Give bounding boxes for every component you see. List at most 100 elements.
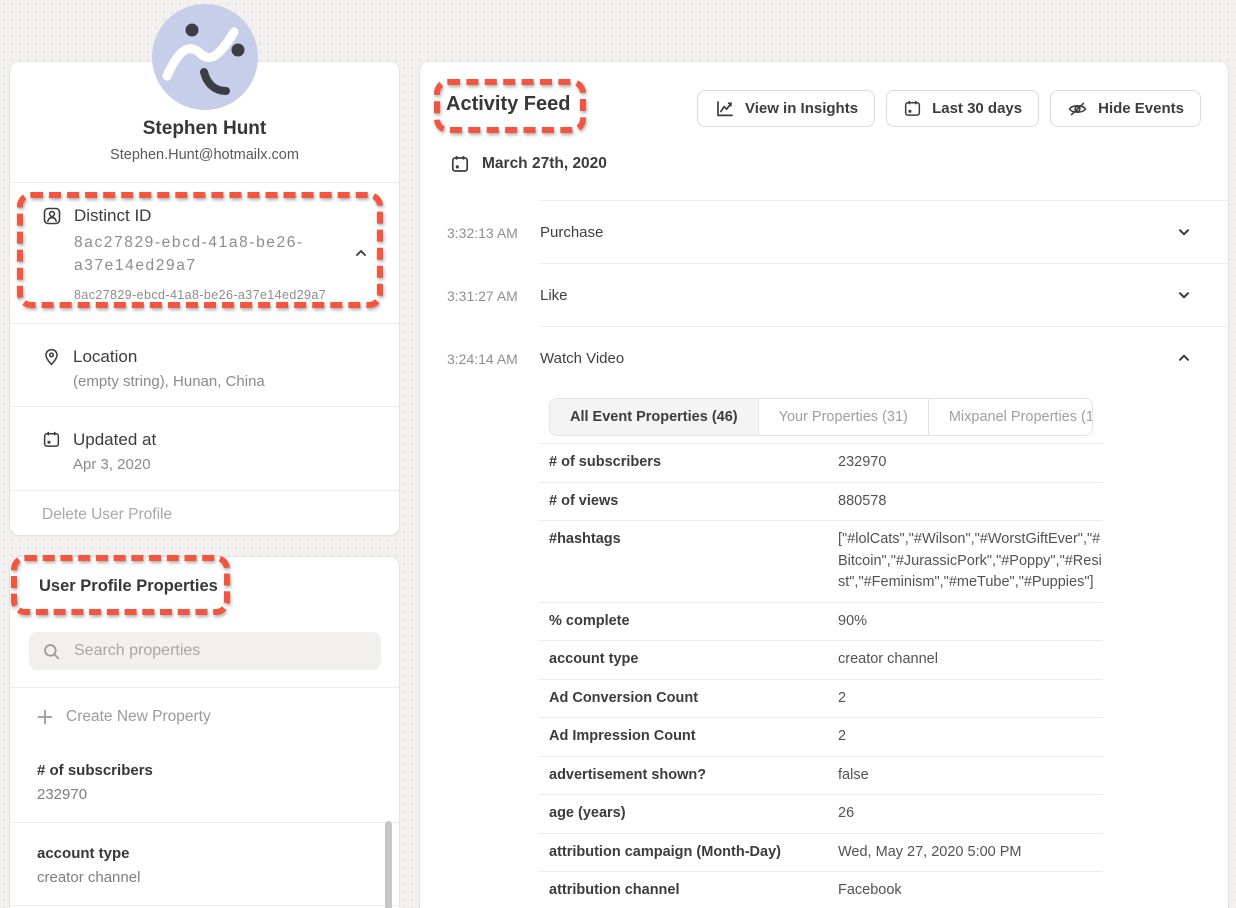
table-row: Ad Conversion Count 2 <box>539 680 1103 719</box>
property-key: attribution channel <box>539 872 838 908</box>
property-key: # of subscribers <box>539 444 838 482</box>
property-key: account type <box>539 641 838 679</box>
distinct-id-collapse-button[interactable] <box>351 243 371 263</box>
user-profile-properties-title: User Profile Properties <box>10 557 399 596</box>
hide-events-label: Hide Events <box>1098 100 1184 117</box>
page: Stephen Hunt Stephen.Hunt@hotmailx.com D… <box>0 0 1236 908</box>
property-value: 880578 <box>838 483 1103 521</box>
table-row: #hashtags ["#lolCats","#Wilson","#WorstG… <box>539 521 1103 603</box>
search-properties-input[interactable] <box>72 641 368 661</box>
event-row[interactable]: 3:32:13 AM Purchase <box>420 201 1228 264</box>
date-range-label: Last 30 days <box>932 100 1022 117</box>
table-row: # of views 880578 <box>539 483 1103 522</box>
distinct-id-section[interactable]: Distinct ID 8ac27829-ebcd-41a8-be26- a37… <box>10 183 399 323</box>
property-value: 90% <box>838 603 1103 641</box>
calendar-icon <box>42 430 61 490</box>
tab-label: All Event Properties (46) <box>570 409 738 425</box>
avatar-smiley-icon <box>152 4 258 110</box>
search-icon <box>42 642 61 661</box>
table-row: # of subscribers 232970 <box>539 444 1103 483</box>
chevron-down-icon[interactable] <box>1175 286 1193 304</box>
date-header: March 27th, 2020 <box>450 154 607 174</box>
date-range-button[interactable]: Last 30 days <box>886 90 1039 127</box>
user-profile-properties-card: User Profile Properties Create New <box>10 557 399 908</box>
chevron-down-icon[interactable] <box>1175 349 1193 367</box>
event-name: Purchase <box>540 224 603 241</box>
property-name: account type <box>37 844 372 864</box>
id-badge-icon <box>42 206 62 323</box>
event-name: Watch Video <box>540 350 624 367</box>
plus-icon <box>37 709 53 725</box>
property-name: # of subscribers <box>37 761 372 781</box>
table-row: attribution channel Facebook <box>539 872 1103 908</box>
property-value: Wed, May 27, 2020 5:00 PM <box>838 834 1103 872</box>
property-key: % complete <box>539 603 838 641</box>
updated-at-label: Updated at <box>73 429 156 451</box>
event-time: 3:31:27 AM <box>447 288 540 304</box>
property-value: false <box>838 757 1103 795</box>
view-in-insights-label: View in Insights <box>745 100 858 117</box>
feed-toolbar: View in Insights Last 30 days <box>697 90 1201 127</box>
event-row[interactable]: 3:24:14 AM Watch Video <box>420 327 1228 390</box>
updated-at-value: Apr 3, 2020 <box>73 454 156 476</box>
distinct-id-line1: 8ac27829-ebcd-41a8-be26- <box>74 234 304 251</box>
property-value: 2 <box>838 718 1103 756</box>
date-header-label: March 27th, 2020 <box>482 155 607 173</box>
scrollbar-thumb[interactable] <box>385 821 392 908</box>
table-row: age (years) 26 <box>539 795 1103 834</box>
event-row[interactable]: 3:31:27 AM Like <box>420 264 1228 327</box>
event-properties-table: # of subscribers 232970 # of views 88057… <box>539 443 1103 908</box>
updated-at-section: Updated at Apr 3, 2020 <box>10 407 399 490</box>
event-properties-tabs: All Event Properties (46) Your Propertie… <box>549 398 1093 436</box>
property-list-item[interactable]: # of subscribers 232970 <box>10 740 399 823</box>
property-value: 2 <box>838 680 1103 718</box>
tab-label: Your Properties (31) <box>779 409 908 425</box>
property-key: #hashtags <box>539 521 838 602</box>
calendar-icon <box>903 99 922 118</box>
distinct-id-label: Distinct ID <box>74 205 326 227</box>
create-new-property-button[interactable]: Create New Property <box>10 688 399 740</box>
search-properties-box[interactable] <box>29 632 381 670</box>
table-row: Ad Impression Count 2 <box>539 718 1103 757</box>
map-pin-icon <box>42 347 61 406</box>
properties-list: Create New Property # of subscribers 232… <box>10 688 399 908</box>
table-row: advertisement shown? false <box>539 757 1103 796</box>
property-value: creator channel <box>838 641 1103 679</box>
tab-label: Mixpanel Properties (15) <box>949 409 1093 425</box>
event-time: 3:24:14 AM <box>447 351 540 367</box>
chevron-down-icon[interactable] <box>1175 223 1193 241</box>
create-new-property-label: Create New Property <box>66 708 211 726</box>
event-name: Like <box>540 287 568 304</box>
events-list: 3:32:13 AM Purchase 3:31:27 AM Like <box>420 201 1228 390</box>
property-key: # of views <box>539 483 838 521</box>
property-value: Facebook <box>838 872 1103 908</box>
property-key: age (years) <box>539 795 838 833</box>
property-key: Ad Impression Count <box>539 718 838 756</box>
event-properties-tab[interactable]: Your Properties (31) <box>759 399 929 435</box>
table-row: attribution campaign (Month-Day) Wed, Ma… <box>539 834 1103 873</box>
table-row: account type creator channel <box>539 641 1103 680</box>
event-detail-panel: All Event Properties (46) Your Propertie… <box>539 398 1103 908</box>
avatar <box>152 4 258 110</box>
hide-events-button[interactable]: Hide Events <box>1050 90 1201 127</box>
location-section: Location (empty string), Hunan, China <box>10 324 399 406</box>
line-chart-icon <box>714 99 735 119</box>
location-value: (empty string), Hunan, China <box>73 371 265 393</box>
property-value: creator channel <box>37 867 372 888</box>
property-value: 232970 <box>37 784 372 805</box>
view-in-insights-button[interactable]: View in Insights <box>697 90 875 127</box>
delete-user-profile-link[interactable]: Delete User Profile <box>10 491 399 539</box>
event-properties-tab[interactable]: Mixpanel Properties (15) <box>929 399 1093 435</box>
property-value: 232970 <box>838 444 1103 482</box>
eye-off-icon <box>1067 99 1088 119</box>
property-key: Ad Conversion Count <box>539 680 838 718</box>
user-email: Stephen.Hunt@hotmailx.com <box>10 147 399 163</box>
distinct-id-line2: a37e14ed29a7 <box>74 257 197 274</box>
distinct-id-full: 8ac27829-ebcd-41a8-be26-a37e14ed29a7 <box>74 288 326 302</box>
property-value: 26 <box>838 795 1103 833</box>
event-properties-tab[interactable]: All Event Properties (46) <box>550 399 759 435</box>
event-time: 3:32:13 AM <box>447 225 540 241</box>
property-key: attribution campaign (Month-Day) <box>539 834 838 872</box>
property-list-item[interactable]: account type creator channel <box>10 823 399 906</box>
profile-card: Stephen Hunt Stephen.Hunt@hotmailx.com D… <box>10 62 399 535</box>
